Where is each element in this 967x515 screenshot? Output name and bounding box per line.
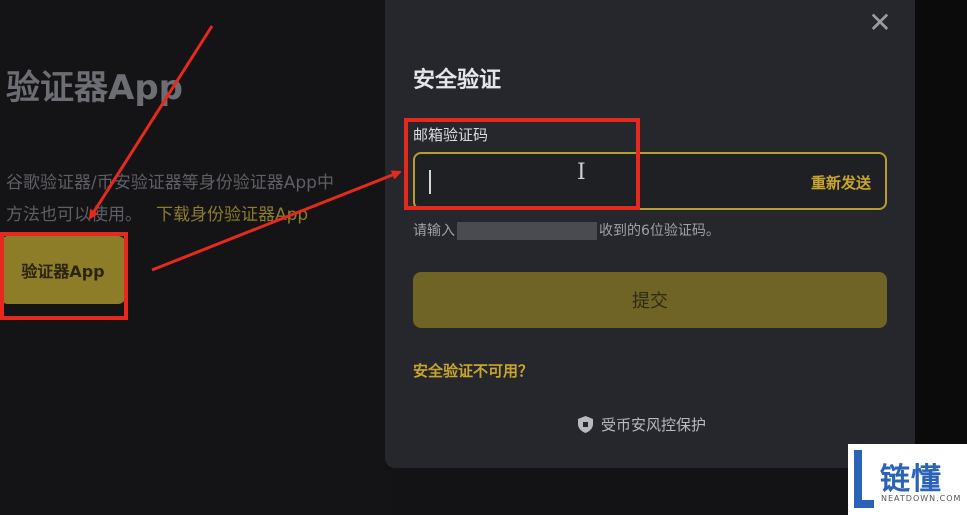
annotation-arrows	[88, 25, 402, 272]
watermark-name: 链懂	[880, 462, 942, 497]
logo-l-icon	[854, 450, 874, 508]
arrow-to-app-button	[88, 25, 214, 220]
watermark-logo: 链懂 NEATDOWN.COM	[848, 444, 967, 515]
watermark-domain: NEATDOWN.COM	[881, 494, 962, 503]
arrow-to-code-input	[151, 170, 402, 272]
